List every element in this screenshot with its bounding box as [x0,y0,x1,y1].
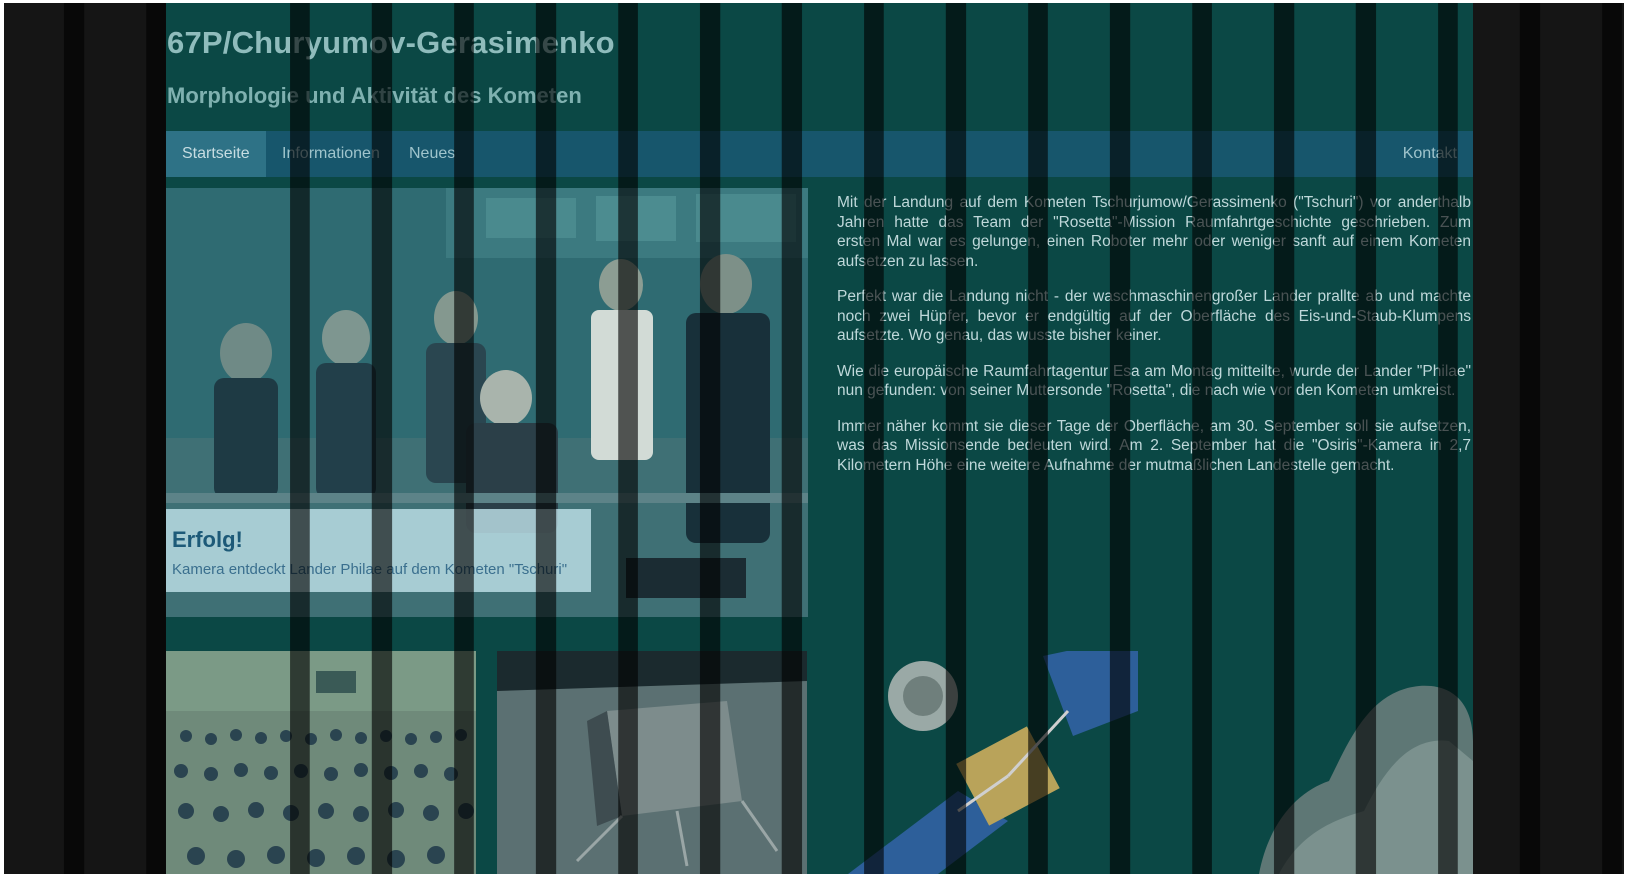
nav-item-startseite[interactable]: Startseite [166,131,266,177]
article-paragraph: Mit der Landung auf dem Kometen Tschurju… [837,194,1471,270]
nav-item-informationen[interactable]: Informationen [266,131,396,177]
rosetta-probe-illustration [828,651,1138,874]
site-subtitle: Morphologie und Aktivität des Kometen [167,83,582,108]
site-title: 67P/Churyumov-Gerasimenko [167,25,615,60]
philae-lander-photo [497,651,807,874]
thumbnail-comet[interactable] [1159,651,1473,874]
audience-photo [166,651,476,874]
comet-photo [1159,651,1473,874]
article-paragraph: Immer näher kommt sie dieser Tage der Ob… [837,417,1471,474]
nav-item-neues[interactable]: Neues [393,131,471,177]
thumbnail-philae-lander[interactable] [497,651,807,874]
hero-slider[interactable]: Erfolg! Kamera entdeckt Lander Philae au… [166,188,808,617]
page-frame: 67P/Churyumov-Gerasimenko Morphologie un… [4,3,1624,874]
content-wrapper: 67P/Churyumov-Gerasimenko Morphologie un… [166,3,1473,874]
hero-caption: Erfolg! Kamera entdeckt Lander Philae au… [166,509,591,592]
caption-title: Erfolg! [172,527,243,552]
article-text: Mit der Landung auf dem Kometen Tschurju… [837,193,1471,491]
nav-item-kontakt[interactable]: Kontakt [1387,131,1473,177]
thumbnail-audience[interactable] [166,651,476,874]
main-navbar: Startseite Informationen Neues Kontakt [166,131,1473,177]
thumbnail-rosetta-probe[interactable] [828,651,1138,874]
caption-text: Kamera entdeckt Lander Philae auf dem Ko… [172,561,568,578]
article-paragraph: Perfekt war die Landung nicht - der wasc… [837,288,1471,344]
article-paragraph: Wie die europäische Raumfahrtagentur Esa… [837,362,1471,400]
